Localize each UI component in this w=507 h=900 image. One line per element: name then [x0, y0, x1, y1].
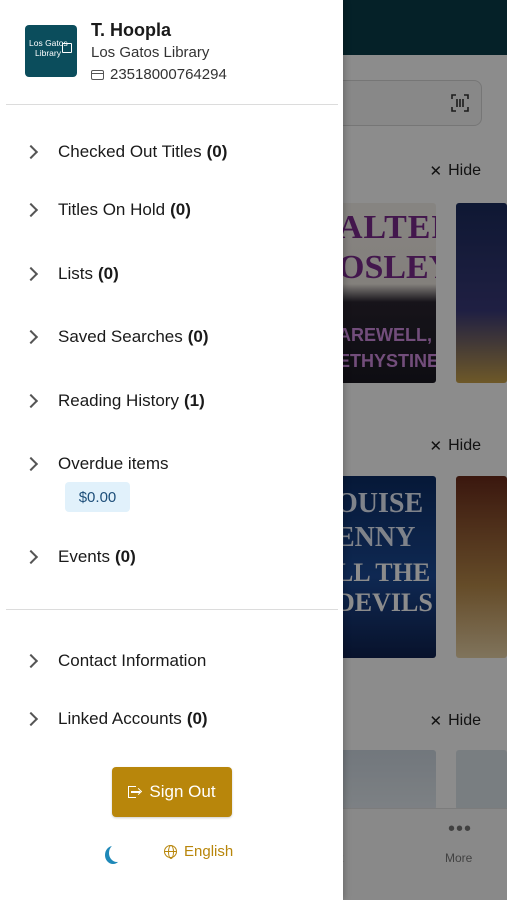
- chevron-right-icon: [23, 202, 39, 218]
- chevron-right-icon: [23, 329, 39, 345]
- menu-checked-out[interactable]: Checked Out Titles (0): [23, 142, 326, 162]
- card-number: 23518000764294: [110, 66, 227, 83]
- menu-overdue-items[interactable]: Overdue items: [23, 454, 326, 474]
- library-name: Los Gatos Library: [91, 44, 210, 61]
- chevron-right-icon: [23, 144, 39, 160]
- library-logo: Los Gatos Library: [25, 25, 77, 77]
- globe-icon: [164, 845, 177, 859]
- menu-titles-on-hold[interactable]: Titles On Hold (0): [23, 200, 326, 220]
- chevron-right-icon: [23, 456, 39, 472]
- menu-saved-searches[interactable]: Saved Searches (0): [23, 327, 326, 347]
- library-card: 23518000764294: [91, 66, 227, 83]
- chevron-right-icon: [23, 653, 39, 669]
- dark-mode-moon-icon[interactable]: [109, 844, 125, 862]
- book-icon: [62, 43, 72, 53]
- user-name: T. Hoopla: [91, 20, 171, 40]
- menu-linked-accounts[interactable]: Linked Accounts (0): [23, 709, 326, 729]
- chevron-right-icon: [23, 393, 39, 409]
- divider: [6, 609, 338, 610]
- user-profile: Los Gatos Library T. Hoopla Los Gatos Li…: [25, 18, 335, 88]
- chevron-right-icon: [23, 266, 39, 282]
- language-selector[interactable]: English: [164, 843, 233, 860]
- chevron-right-icon: [23, 711, 39, 727]
- fine-amount-badge: $0.00: [65, 482, 130, 512]
- divider: [6, 104, 338, 105]
- navigation-drawer: Los Gatos Library T. Hoopla Los Gatos Li…: [0, 0, 343, 900]
- sign-out-icon: [128, 786, 141, 798]
- menu-contact-information[interactable]: Contact Information: [23, 651, 326, 671]
- credit-card-icon: [91, 69, 104, 80]
- menu-lists[interactable]: Lists (0): [23, 264, 326, 284]
- sign-out-button[interactable]: Sign Out: [112, 767, 232, 817]
- chevron-right-icon: [23, 549, 39, 565]
- menu-events[interactable]: Events (0): [23, 547, 326, 567]
- menu-reading-history[interactable]: Reading History (1): [23, 391, 326, 411]
